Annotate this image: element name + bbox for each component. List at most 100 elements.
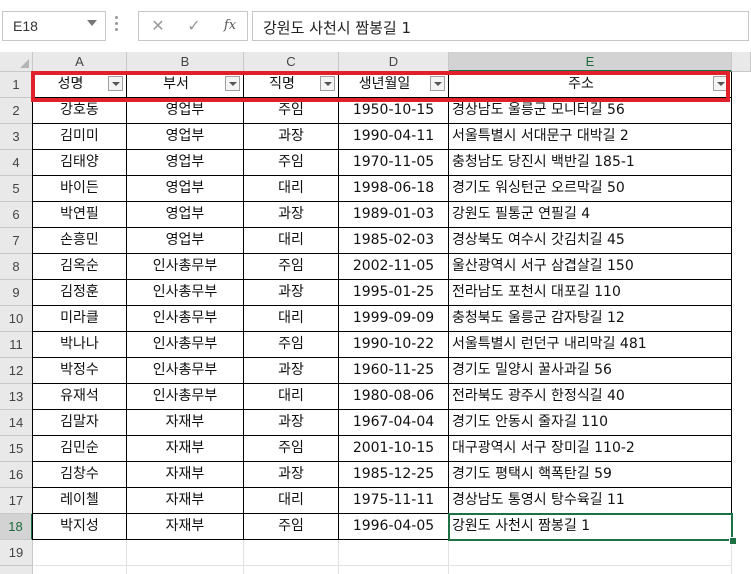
table-cell[interactable]: 김태양 xyxy=(33,150,127,176)
table-cell[interactable]: 1960-11-25 xyxy=(339,358,449,384)
row-header-15[interactable]: 15 xyxy=(0,436,33,462)
table-cell[interactable]: 1999-09-09 xyxy=(339,306,449,332)
table-cell[interactable]: 충청북도 울릉군 감자탕길 12 xyxy=(449,306,732,332)
table-cell[interactable]: 과장 xyxy=(244,124,339,150)
row-header-18[interactable]: 18 xyxy=(0,514,33,540)
table-cell[interactable]: 인사총무부 xyxy=(127,306,244,332)
empty-cell[interactable] xyxy=(244,540,339,566)
table-cell[interactable]: 2001-10-15 xyxy=(339,436,449,462)
table-cell[interactable]: 영업부 xyxy=(127,124,244,150)
table-cell[interactable]: 김민순 xyxy=(33,436,127,462)
table-cell[interactable]: 주임 xyxy=(244,332,339,358)
table-cell[interactable]: 1975-11-11 xyxy=(339,488,449,514)
table-cell[interactable]: 박정수 xyxy=(33,358,127,384)
table-cell[interactable]: 유재석 xyxy=(33,384,127,410)
table-cell[interactable]: 주임 xyxy=(244,436,339,462)
table-cell[interactable]: 인사총무부 xyxy=(127,332,244,358)
table-cell[interactable]: 전라북도 광주시 한정식길 40 xyxy=(449,384,732,410)
row-header-10[interactable]: 10 xyxy=(0,306,33,332)
table-cell[interactable]: 경기도 워싱턴군 오르막길 50 xyxy=(449,176,732,202)
table-cell[interactable]: 1996-04-05 xyxy=(339,514,449,540)
table-cell[interactable]: 대리 xyxy=(244,176,339,202)
table-cell[interactable]: 대리 xyxy=(244,384,339,410)
empty-cell[interactable] xyxy=(33,566,127,574)
table-cell[interactable]: 충청남도 당진시 백반길 185-1 xyxy=(449,150,732,176)
row-header-11[interactable]: 11 xyxy=(0,332,33,358)
table-cell[interactable]: 인사총무부 xyxy=(127,384,244,410)
table-cell[interactable]: 과장 xyxy=(244,462,339,488)
table-cell[interactable]: 바이든 xyxy=(33,176,127,202)
table-cell[interactable]: 강원도 필통군 연필길 4 xyxy=(449,202,732,228)
row-header-20[interactable]: 20 xyxy=(0,566,33,574)
empty-cell[interactable] xyxy=(449,540,732,566)
table-cell[interactable]: 인사총무부 xyxy=(127,358,244,384)
table-cell[interactable]: 1998-06-18 xyxy=(339,176,449,202)
table-cell[interactable]: 대구광역시 서구 장미길 110-2 xyxy=(449,436,732,462)
table-cell[interactable]: 자재부 xyxy=(127,462,244,488)
table-cell[interactable]: 주임 xyxy=(244,150,339,176)
table-cell[interactable]: 자재부 xyxy=(127,488,244,514)
empty-cell[interactable] xyxy=(127,540,244,566)
column-header-c[interactable]: C xyxy=(244,52,339,72)
table-cell[interactable]: 2002-11-05 xyxy=(339,254,449,280)
table-cell[interactable]: 대리 xyxy=(244,488,339,514)
table-cell[interactable]: 1970-11-05 xyxy=(339,150,449,176)
table-cell[interactable]: 경상남도 통영시 탕수육길 11 xyxy=(449,488,732,514)
table-cell[interactable]: 영업부 xyxy=(127,150,244,176)
empty-cell[interactable] xyxy=(339,540,449,566)
table-cell[interactable]: 서울특별시 런던구 내리막길 481 xyxy=(449,332,732,358)
table-cell[interactable]: 자재부 xyxy=(127,436,244,462)
row-header-8[interactable]: 8 xyxy=(0,254,33,280)
table-cell[interactable]: 과장 xyxy=(244,202,339,228)
fill-handle[interactable] xyxy=(729,537,737,545)
table-cell[interactable]: 김옥순 xyxy=(33,254,127,280)
table-cell[interactable]: 울산광역시 서구 삼겹살길 150 xyxy=(449,254,732,280)
table-cell[interactable]: 1990-04-11 xyxy=(339,124,449,150)
cancel-icon[interactable]: ✕ xyxy=(147,16,169,36)
empty-cell[interactable] xyxy=(33,540,127,566)
formula-input[interactable]: 강원도 사천시 짬봉길 1 xyxy=(252,11,749,41)
row-header-2[interactable]: 2 xyxy=(0,98,33,124)
column-header-d[interactable]: D xyxy=(339,52,449,72)
table-cell[interactable]: 자재부 xyxy=(127,514,244,540)
column-header-e[interactable]: E xyxy=(449,52,732,72)
row-header-6[interactable]: 6 xyxy=(0,202,33,228)
row-header-9[interactable]: 9 xyxy=(0,280,33,306)
row-header-12[interactable]: 12 xyxy=(0,358,33,384)
table-cell[interactable]: 김정훈 xyxy=(33,280,127,306)
table-cell[interactable]: 김말자 xyxy=(33,410,127,436)
row-header-7[interactable]: 7 xyxy=(0,228,33,254)
table-cell[interactable]: 영업부 xyxy=(127,228,244,254)
table-cell[interactable]: 주임 xyxy=(244,514,339,540)
table-cell[interactable]: 손흥민 xyxy=(33,228,127,254)
row-header-4[interactable]: 4 xyxy=(0,150,33,176)
table-cell[interactable]: 영업부 xyxy=(127,202,244,228)
table-cell[interactable]: 1980-08-06 xyxy=(339,384,449,410)
table-cell[interactable]: 박나나 xyxy=(33,332,127,358)
table-cell[interactable]: 1989-01-03 xyxy=(339,202,449,228)
name-box[interactable]: E18 xyxy=(2,11,106,41)
row-header-5[interactable]: 5 xyxy=(0,176,33,202)
row-header-19[interactable]: 19 xyxy=(0,540,33,566)
table-cell[interactable]: 1967-04-04 xyxy=(339,410,449,436)
table-cell[interactable]: 대리 xyxy=(244,306,339,332)
table-cell[interactable]: 자재부 xyxy=(127,410,244,436)
worksheet-grid[interactable]: ABCDE1234567891011121314151617181920성명부서… xyxy=(0,52,751,574)
table-cell[interactable]: 영업부 xyxy=(127,176,244,202)
table-cell[interactable]: 1985-12-25 xyxy=(339,462,449,488)
table-cell[interactable]: 경상북도 여수시 갓김치길 45 xyxy=(449,228,732,254)
table-cell[interactable]: 김미미 xyxy=(33,124,127,150)
table-cell[interactable]: 경기도 밀양시 꿀사과길 56 xyxy=(449,358,732,384)
row-header-17[interactable]: 17 xyxy=(0,488,33,514)
row-header-14[interactable]: 14 xyxy=(0,410,33,436)
enter-icon[interactable]: ✓ xyxy=(183,16,205,36)
row-header-3[interactable]: 3 xyxy=(0,124,33,150)
table-cell[interactable]: 인사총무부 xyxy=(127,254,244,280)
table-cell[interactable]: 과장 xyxy=(244,410,339,436)
table-cell[interactable]: 레이첼 xyxy=(33,488,127,514)
empty-cell[interactable] xyxy=(127,566,244,574)
table-cell[interactable]: 인사총무부 xyxy=(127,280,244,306)
table-cell[interactable]: 주임 xyxy=(244,254,339,280)
row-header-13[interactable]: 13 xyxy=(0,384,33,410)
column-header-a[interactable]: A xyxy=(33,52,127,72)
